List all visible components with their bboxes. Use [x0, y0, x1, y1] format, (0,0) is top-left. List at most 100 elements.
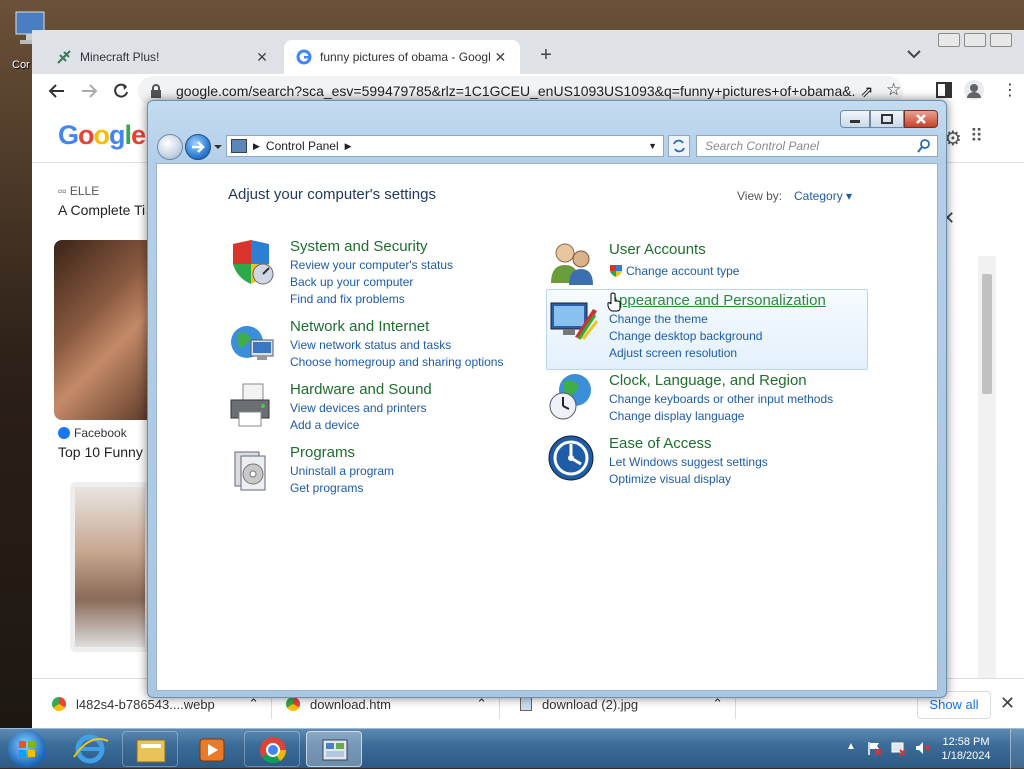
tab-google-search[interactable]: funny pictures of obama - Googl ✕	[284, 40, 520, 74]
close-download-bar-icon[interactable]: ✕	[1000, 693, 1015, 714]
chevron-down-icon[interactable]	[906, 48, 922, 60]
history-dropdown-icon[interactable]	[213, 143, 223, 151]
search-icon[interactable]	[917, 139, 931, 153]
show-hidden-icons[interactable]: ▲	[846, 741, 856, 752]
link-fix-problems[interactable]: Find and fix problems	[290, 291, 405, 308]
minimize-button[interactable]	[840, 110, 870, 128]
link-uninstall[interactable]: Uninstall a program	[290, 463, 394, 480]
chevron-right-icon[interactable]: ▶	[345, 141, 352, 152]
minimize-button[interactable]	[938, 33, 960, 47]
programs-icon[interactable]	[227, 446, 277, 496]
tab-strip: Minecraft Plus! ✕ funny pictures of obam…	[32, 30, 1024, 74]
link-suggest-settings[interactable]: Let Windows suggest settings	[609, 454, 768, 471]
close-tab-icon[interactable]: ✕	[493, 49, 508, 66]
clock[interactable]: 12:58 PM 1/18/2024	[936, 735, 996, 763]
link-display-language[interactable]: Change display language	[609, 408, 744, 425]
category-appearance[interactable]: Appearance and Personalization	[609, 292, 826, 309]
result-image[interactable]	[54, 240, 154, 420]
tab-title: funny pictures of obama - Googl	[320, 50, 491, 64]
tab-minecraft[interactable]: Minecraft Plus! ✕	[44, 40, 282, 74]
user-accounts-icon[interactable]	[547, 239, 597, 289]
star-icon[interactable]: ☆	[886, 80, 901, 100]
back-arrow-icon[interactable]	[48, 82, 66, 100]
link-review-status[interactable]: Review your computer's status	[290, 257, 453, 274]
internet-explorer-icon[interactable]	[62, 731, 118, 767]
chrome-icon	[286, 697, 300, 711]
link-network-status[interactable]: View network status and tasks	[290, 337, 451, 354]
network-icon[interactable]	[890, 740, 906, 756]
category-ease-of-access[interactable]: Ease of Access	[609, 435, 712, 452]
apps-grid-icon[interactable]: ⠿	[970, 126, 983, 147]
link-add-device[interactable]: Add a device	[290, 417, 359, 434]
link-change-account-type[interactable]: Change account type	[626, 263, 739, 280]
sidepanel-icon[interactable]	[936, 82, 952, 98]
start-button[interactable]	[8, 730, 46, 768]
control-panel-taskbar-icon[interactable]	[306, 731, 362, 767]
security-shield-icon[interactable]	[227, 238, 277, 288]
link-devices-printers[interactable]: View devices and printers	[290, 400, 427, 417]
result-title[interactable]: A Complete Ti	[58, 202, 145, 218]
link-optimize-display[interactable]: Optimize visual display	[609, 471, 731, 488]
image-file-icon	[520, 697, 532, 711]
action-center-flag-icon[interactable]	[866, 740, 882, 756]
forward-arrow-icon[interactable]	[80, 82, 98, 100]
vertical-scrollbar[interactable]	[978, 256, 996, 728]
category-programs[interactable]: Programs	[290, 444, 355, 461]
link-change-theme[interactable]: Change the theme	[609, 311, 708, 328]
view-by-label: View by:	[737, 189, 783, 203]
result-title[interactable]: Top 10 Funny	[58, 444, 143, 460]
chevron-up-icon[interactable]: ⌃	[248, 696, 259, 712]
category-system-security[interactable]: System and Security	[290, 238, 428, 255]
media-player-icon[interactable]	[184, 731, 240, 767]
google-logo[interactable]: Google	[58, 120, 146, 151]
menu-icon[interactable]: ⋮	[1002, 80, 1018, 100]
link-get-programs[interactable]: Get programs	[290, 480, 363, 497]
network-globe-icon[interactable]	[227, 320, 277, 370]
maximize-button[interactable]	[964, 33, 986, 47]
page-title: Adjust your computer's settings	[228, 186, 436, 203]
new-tab-icon[interactable]: +	[534, 44, 558, 67]
forward-button[interactable]	[185, 134, 211, 160]
chevron-up-icon[interactable]: ⌃	[712, 696, 723, 712]
category-user-accounts[interactable]: User Accounts	[609, 241, 706, 258]
chrome-taskbar-icon[interactable]	[244, 731, 300, 767]
file-explorer-icon[interactable]	[122, 731, 178, 767]
category-clock-region[interactable]: Clock, Language, and Region	[609, 372, 807, 389]
back-button[interactable]	[157, 134, 183, 160]
link-homegroup[interactable]: Choose homegroup and sharing options	[290, 354, 503, 371]
printer-icon[interactable]	[227, 382, 277, 432]
show-desktop-button[interactable]	[1010, 729, 1024, 769]
link-desktop-background[interactable]: Change desktop background	[609, 328, 762, 345]
chevron-up-icon[interactable]: ⌃	[476, 696, 487, 712]
control-panel-window: ▶ Control Panel ▶ ▼ Search Control Panel…	[147, 100, 947, 698]
reload-icon[interactable]	[112, 82, 130, 100]
ease-of-access-icon[interactable]	[547, 434, 597, 484]
chevron-right-icon[interactable]: ▶	[253, 141, 260, 152]
close-tab-icon[interactable]: ✕	[254, 49, 270, 66]
close-button[interactable]	[990, 33, 1012, 47]
result-image[interactable]	[70, 482, 150, 652]
volume-muted-icon[interactable]	[914, 740, 930, 756]
address-bar[interactable]: ▶ Control Panel ▶ ▼	[226, 135, 664, 157]
category-network-internet[interactable]: Network and Internet	[290, 318, 429, 335]
maximize-button[interactable]	[870, 110, 904, 128]
clock-globe-icon[interactable]	[547, 372, 597, 422]
link-keyboards[interactable]: Change keyboards or other input methods	[609, 391, 833, 408]
search-input[interactable]: Search Control Panel	[696, 135, 938, 157]
link-backup[interactable]: Back up your computer	[290, 274, 413, 291]
clock-date: 1/18/2024	[941, 750, 991, 762]
category-hardware-sound[interactable]: Hardware and Sound	[290, 381, 432, 398]
share-icon[interactable]: ⇗	[860, 82, 873, 102]
appearance-paint-icon[interactable]	[549, 297, 599, 347]
view-by-dropdown[interactable]: Category ▾	[794, 189, 852, 203]
profile-avatar[interactable]	[964, 80, 984, 100]
google-favicon-icon	[296, 49, 312, 65]
close-button[interactable]	[904, 110, 938, 128]
link-screen-resolution[interactable]: Adjust screen resolution	[609, 345, 737, 362]
breadcrumb[interactable]: Control Panel	[266, 139, 339, 153]
taskbar: ▲ 12:58 PM 1/18/2024	[0, 728, 1024, 769]
dropdown-arrow-icon[interactable]: ▼	[648, 141, 657, 151]
refresh-icon[interactable]	[668, 135, 690, 157]
scrollbar-thumb[interactable]	[982, 274, 992, 394]
url-text: google.com/search?sca_esv=599479785&rlz=…	[176, 83, 856, 99]
